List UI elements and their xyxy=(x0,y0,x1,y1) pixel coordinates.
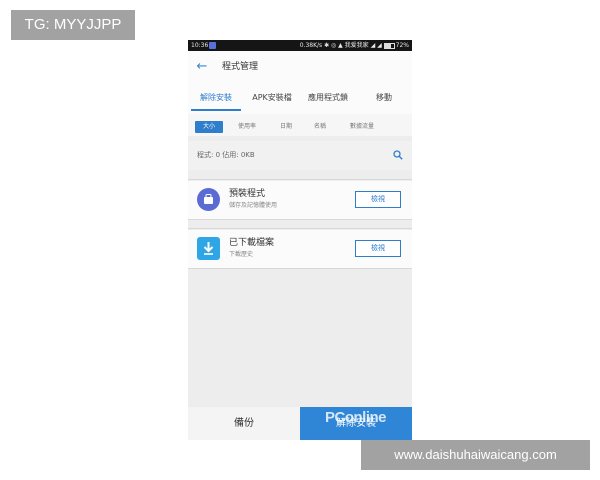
divider xyxy=(188,228,412,229)
tab-apk-files[interactable]: APK安裝檔 xyxy=(244,89,300,111)
sort-date[interactable]: 日期 xyxy=(272,121,300,133)
android-icon xyxy=(197,188,220,211)
sort-size[interactable]: 大小 xyxy=(195,121,223,133)
status-bar: 10:36 0.38K/s ✱ ◎ ▲ 我爱我家 ◢ ◢ 72% xyxy=(188,40,412,51)
sort-bar: 大小 使用率 日期 名稱 數據流量 xyxy=(188,114,412,136)
page-title: 程式管理 xyxy=(222,62,259,72)
view-downloads-button[interactable]: 檢視 xyxy=(355,240,401,257)
divider xyxy=(188,219,412,220)
sort-data-usage[interactable]: 數據流量 xyxy=(343,121,381,133)
back-arrow-icon[interactable]: ← xyxy=(195,60,209,74)
tg-badge: TG: MYYJJPP xyxy=(11,10,135,40)
active-tab-indicator xyxy=(191,109,241,111)
view-preinstalled-button[interactable]: 檢視 xyxy=(355,191,401,208)
status-right: 0.38K/s ✱ ◎ ▲ 我爱我家 ◢ ◢ 72% xyxy=(300,40,409,51)
card-subtitle: 下載歷史 xyxy=(229,251,254,258)
status-time: 10:36 xyxy=(191,42,209,49)
divider xyxy=(188,179,412,180)
download-icon xyxy=(197,237,220,260)
sort-name[interactable]: 名稱 xyxy=(306,121,334,133)
app-count-summary: 程式: 0 佔用: 0KB xyxy=(197,151,255,159)
card-downloads: 已下載檔案 下載歷史 檢視 xyxy=(188,230,412,268)
card-title: 已下載檔案 xyxy=(229,238,275,248)
summary-bar: 程式: 0 佔用: 0KB xyxy=(188,141,412,170)
sort-usage[interactable]: 使用率 xyxy=(232,121,262,133)
card-subtitle: 儲存及記憶體使用 xyxy=(229,202,278,209)
card-preinstalled: 預裝程式 儲存及記憶體使用 檢視 xyxy=(188,181,412,219)
notification-icon xyxy=(209,42,216,49)
search-icon[interactable] xyxy=(393,150,403,160)
backup-button[interactable]: 備份 xyxy=(188,407,300,440)
tab-app-lock[interactable]: 應用程式鎖 xyxy=(300,89,356,111)
status-indicators: 0.38K/s ✱ ◎ ▲ 我爱我家 ◢ ◢ xyxy=(299,42,382,49)
divider xyxy=(188,268,412,269)
battery-level: 72% xyxy=(395,42,409,49)
site-watermark: www.daishuhaiwaicang.com xyxy=(361,440,590,470)
phone-screen: 10:36 0.38K/s ✱ ◎ ▲ 我爱我家 ◢ ◢ 72% ← 程式管理 … xyxy=(188,40,412,440)
tab-uninstall[interactable]: 解除安裝 xyxy=(188,89,244,111)
tab-bar: 解除安裝 APK安裝檔 應用程式鎖 移動 xyxy=(188,89,412,111)
battery-icon xyxy=(383,42,395,49)
pconline-watermark-logo: PConline xyxy=(325,409,387,426)
tab-move[interactable]: 移動 xyxy=(356,89,412,111)
card-title: 預裝程式 xyxy=(229,189,266,199)
